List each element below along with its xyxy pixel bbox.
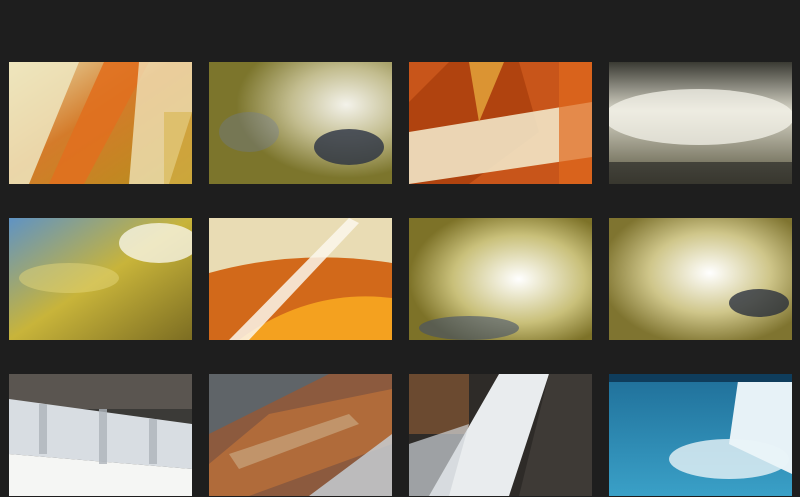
gallery-thumbnail-3[interactable] — [409, 62, 592, 184]
gallery-thumbnail-7[interactable] — [409, 218, 592, 340]
thumbnail-image — [609, 218, 792, 340]
gallery-thumbnail-1[interactable] — [9, 62, 192, 184]
gallery-thumbnail-12[interactable] — [609, 374, 792, 496]
gallery-thumbnail-8[interactable] — [609, 218, 792, 340]
gallery-thumbnail-11[interactable] — [409, 374, 592, 496]
thumbnail-image — [209, 218, 392, 340]
thumbnail-image — [409, 62, 592, 184]
gallery-thumbnail-5[interactable] — [9, 218, 192, 340]
image-gallery — [0, 0, 800, 497]
thumbnail-image — [209, 374, 392, 496]
gallery-thumbnail-2[interactable] — [209, 62, 392, 184]
thumbnail-image — [409, 218, 592, 340]
gallery-thumbnail-4[interactable] — [609, 62, 792, 184]
gallery-thumbnail-9[interactable] — [9, 374, 192, 496]
thumbnail-image — [409, 374, 592, 496]
gallery-thumbnail-10[interactable] — [209, 374, 392, 496]
thumbnail-image — [9, 62, 192, 184]
thumbnail-image — [609, 374, 792, 496]
gallery-thumbnail-6[interactable] — [209, 218, 392, 340]
thumbnail-image — [209, 62, 392, 184]
thumbnail-image — [609, 62, 792, 184]
thumbnail-image — [9, 374, 192, 496]
thumbnail-image — [9, 218, 192, 340]
